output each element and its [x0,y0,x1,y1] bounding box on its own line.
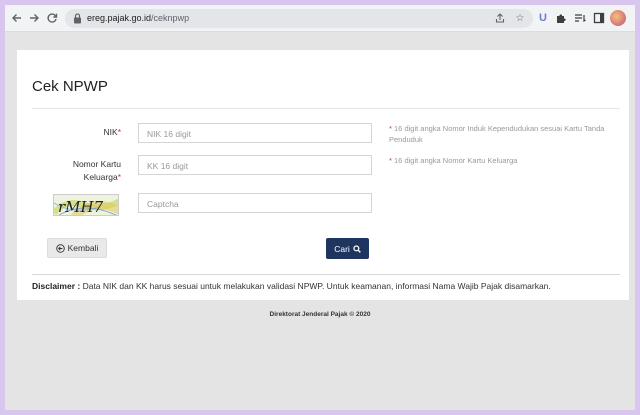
profile-avatar[interactable] [610,10,626,26]
bookmark-star-icon[interactable]: ☆ [513,11,527,25]
captcha-text: rMH7 [58,198,104,216]
back-arrow-icon[interactable] [9,10,25,26]
nik-input[interactable]: NIK 16 digit [138,123,372,143]
kk-hint: * 16 digit angka Nomor Kartu Keluarga [389,156,518,165]
disclaimer-divider [32,274,620,275]
arrow-circle-left-icon [55,243,65,253]
page-title: Cek NPWP [32,78,108,95]
kk-input[interactable]: KK 16 digit [138,155,372,175]
share-icon[interactable] [493,11,507,25]
search-icon [353,244,361,253]
lock-icon [74,13,81,24]
kk-label: Nomor Kartu Keluarga* [72,159,121,182]
extension-u-icon[interactable]: U [535,10,551,26]
content-panel: Cek NPWP NIK* NIK 16 digit * 16 digit an… [17,50,629,300]
captcha-placeholder: Captcha [147,199,179,209]
back-button[interactable]: Kembali [47,238,107,258]
side-panel-icon[interactable] [591,10,607,26]
nik-hint: * 16 digit angka Nomor Induk Kependuduka… [389,124,605,144]
address-url: ereg.pajak.go.id/ceknpwp [87,13,190,23]
reading-list-icon[interactable] [572,10,588,26]
extensions-puzzle-icon[interactable] [553,10,569,26]
kk-placeholder: KK 16 digit [147,161,189,171]
captcha-image: rMH7 [53,194,119,216]
search-button[interactable]: Cari [326,238,369,259]
nik-label: NIK* [103,127,121,137]
captcha-input[interactable]: Captcha [138,193,372,213]
nik-placeholder: NIK 16 digit [147,129,191,139]
disclaimer: Disclaimer : Data NIK dan KK harus sesua… [32,281,551,291]
reload-icon[interactable] [44,10,60,26]
footer-text: Direktorat Jenderal Pajak © 2020 [269,311,371,318]
browser-toolbar: ereg.pajak.go.id/ceknpwp ☆ U [5,5,635,32]
browser-window: ereg.pajak.go.id/ceknpwp ☆ U Cek NPWP NI… [5,5,635,410]
title-divider [32,108,620,109]
forward-arrow-icon[interactable] [26,10,42,26]
address-bar[interactable]: ereg.pajak.go.id/ceknpwp ☆ [65,9,533,28]
